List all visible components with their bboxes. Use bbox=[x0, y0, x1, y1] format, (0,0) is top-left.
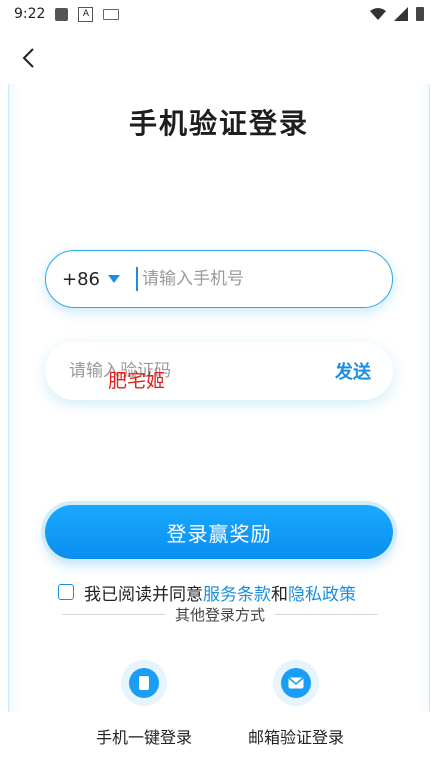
other-login-divider: 其他登录方式 bbox=[62, 604, 379, 624]
country-code-value: +86 bbox=[62, 268, 100, 290]
phone-field[interactable]: +86 bbox=[45, 250, 393, 308]
phone-icon bbox=[129, 668, 159, 698]
agreement-prefix: 我已阅读并同意 bbox=[84, 584, 203, 605]
divider-line-left bbox=[62, 613, 165, 615]
email-verify-login-option[interactable]: 邮箱验证登录 bbox=[236, 660, 356, 748]
page-title: 手机验证登录 bbox=[128, 107, 309, 140]
one-click-phone-login-option[interactable]: 手机一键登录 bbox=[84, 660, 204, 748]
code-input[interactable] bbox=[67, 360, 271, 382]
agreement-row: 我已阅读并同意 服务条款 和 隐私政策 bbox=[58, 580, 356, 605]
wifi-icon bbox=[370, 8, 386, 20]
signal-icon bbox=[394, 7, 408, 21]
country-code-selector[interactable]: +86 bbox=[62, 269, 120, 290]
agreement-and: 和 bbox=[271, 584, 288, 605]
privacy-link[interactable]: 隐私政策 bbox=[288, 580, 356, 605]
status-bar-right bbox=[370, 7, 424, 21]
mail-icon bbox=[281, 668, 311, 698]
email-verify-login-label: 邮箱验证登录 bbox=[247, 728, 344, 747]
keyboard-icon bbox=[103, 8, 120, 20]
caret-down-icon bbox=[108, 275, 120, 283]
send-code-button[interactable]: 发送 bbox=[335, 358, 371, 384]
status-bar: 9:22 A bbox=[0, 0, 438, 28]
chevron-left-icon bbox=[22, 48, 34, 68]
code-field[interactable]: 发送 bbox=[45, 342, 393, 400]
back-button[interactable] bbox=[14, 44, 42, 72]
text-cursor bbox=[136, 267, 138, 291]
phone-icon-wrap bbox=[121, 660, 167, 706]
status-time: 9:22 bbox=[14, 6, 46, 22]
battery-icon bbox=[416, 7, 424, 21]
notification-square-icon bbox=[55, 7, 69, 21]
phone-input[interactable] bbox=[140, 268, 364, 290]
a-badge-icon: A bbox=[78, 6, 94, 22]
divider-line-right bbox=[275, 613, 379, 615]
agreement-checkbox[interactable] bbox=[58, 584, 74, 600]
one-click-phone-login-label: 手机一键登录 bbox=[95, 728, 192, 747]
mail-icon-wrap bbox=[273, 660, 319, 706]
status-bar-left: 9:22 A bbox=[14, 6, 120, 22]
terms-link[interactable]: 服务条款 bbox=[203, 580, 271, 605]
other-login-label: 其他登录方式 bbox=[175, 605, 266, 624]
login-button[interactable]: 登录赢奖励 bbox=[45, 505, 393, 559]
